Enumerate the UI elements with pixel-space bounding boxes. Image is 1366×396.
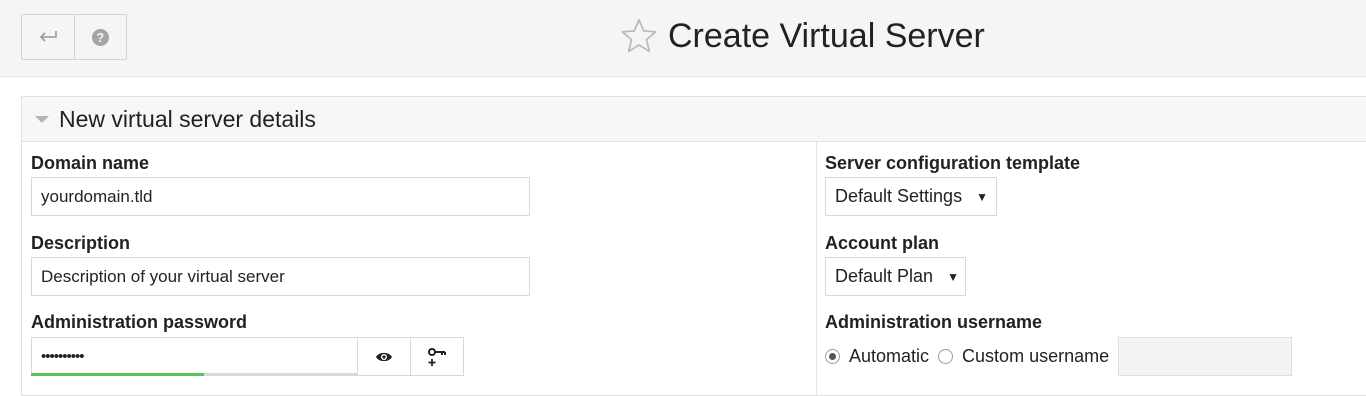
password-strength-bar [31,373,358,376]
admin-username-label: Administration username [825,312,1043,332]
server-template-select[interactable]: Default Settings ▼ [825,177,997,216]
radio-selected-dot [829,353,836,360]
panel-header[interactable]: New virtual server details [22,97,1366,142]
account-plan-value: Default Plan [835,266,934,286]
column-divider [816,142,817,395]
radio-custom-username[interactable] [938,349,954,364]
radio-automatic[interactable] [825,349,840,364]
domain-name-label: Domain name [31,153,150,173]
star-outline-icon[interactable] [620,17,658,55]
password-strength-fill [31,373,205,376]
page-title: Create Virtual Server [668,16,985,55]
back-button[interactable] [22,15,74,59]
account-plan-select[interactable]: Default Plan ▼ [825,257,966,296]
dropdown-arrow-icon: ▼ [947,269,959,284]
page-header: Create Virtual Server [620,14,985,58]
description-input[interactable]: Description of your virtual server [31,257,530,296]
description-label: Description [31,233,131,253]
password-mask: •••••••••• [41,348,85,365]
eye-icon [376,352,392,361]
details-panel: New virtual server details Domain name y… [21,96,1366,396]
server-template-value: Default Settings [835,186,963,206]
caret-down-icon[interactable] [35,115,49,123]
panel-title: New virtual server details [59,105,316,132]
generate-password-button[interactable] [411,337,464,376]
radio-custom-username-label[interactable]: Custom username [962,346,1109,367]
return-arrow-icon [39,31,57,42]
help-button[interactable]: ? [73,15,127,59]
server-template-label: Server configuration template [825,153,1081,173]
account-plan-label: Account plan [825,233,940,253]
show-password-button[interactable] [358,337,411,376]
question-circle-icon: ? [91,28,109,46]
custom-username-input[interactable] [1118,337,1293,376]
domain-name-input[interactable]: yourdomain.tld [31,177,530,216]
radio-automatic-label[interactable]: Automatic [849,346,929,367]
username-options: Automatic Custom username [825,337,1293,376]
password-group: •••••••••• [31,337,464,376]
dropdown-arrow-icon: ▼ [976,189,988,204]
top-toolbar: ? Create Virtual Server [0,0,1366,77]
key-generate-icon [428,347,446,366]
password-input[interactable]: •••••••••• [31,337,358,376]
toolbar-button-group: ? [21,14,127,60]
admin-password-label: Administration password [31,312,248,332]
